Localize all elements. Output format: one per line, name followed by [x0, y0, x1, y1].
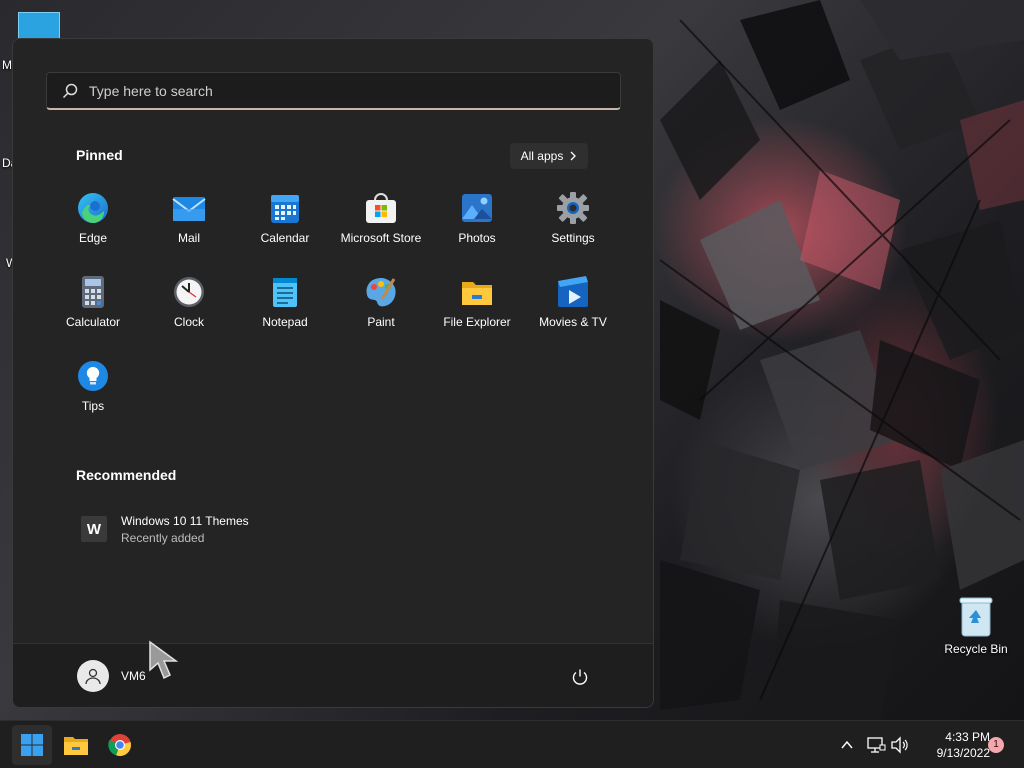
notification-badge[interactable]: 1	[988, 737, 1004, 753]
all-apps-label: All apps	[520, 149, 564, 163]
power-icon	[572, 669, 588, 685]
pinned-app-settings[interactable]: Settings	[525, 185, 621, 269]
app-label: Paint	[367, 315, 395, 329]
mail-icon	[172, 197, 206, 221]
store-icon	[366, 193, 396, 223]
network-icon[interactable]	[866, 735, 886, 755]
clock-icon	[174, 277, 204, 307]
search-box[interactable]	[46, 72, 621, 110]
app-label: Edge	[78, 231, 108, 245]
pinned-apps-grid: Edge Mail Calendar Microsoft Store Photo…	[45, 185, 621, 437]
gear-icon	[557, 192, 589, 224]
app-label: File Explorer	[443, 315, 511, 329]
app-label: Microsoft Store	[340, 231, 422, 245]
recycle-bin-shortcut[interactable]: Recycle Bin	[940, 596, 1012, 656]
notepad-icon	[273, 278, 297, 307]
pinned-app-movies-tv[interactable]: Movies & TV	[525, 269, 621, 353]
user-icon	[85, 668, 101, 685]
pinned-app-calendar[interactable]: Calendar	[237, 185, 333, 269]
calendar-icon	[271, 195, 299, 223]
desktop-label-partial: M	[2, 58, 12, 72]
recycle-bin-label: Recycle Bin	[944, 642, 1008, 656]
pinned-heading: Pinned	[76, 147, 123, 163]
calculator-icon	[82, 276, 104, 308]
paint-icon	[366, 278, 396, 307]
mouse-cursor-icon	[149, 640, 179, 680]
pinned-app-mail[interactable]: Mail	[141, 185, 237, 269]
taskbar-file-explorer[interactable]	[56, 725, 96, 765]
app-label: Settings	[551, 231, 595, 245]
desktop-shortcut-icon[interactable]	[18, 12, 60, 40]
lightbulb-icon	[78, 361, 108, 391]
pinned-app-microsoft-store[interactable]: Microsoft Store	[333, 185, 429, 269]
search-icon	[62, 83, 78, 98]
pinned-app-clock[interactable]: Clock	[141, 269, 237, 353]
start-button[interactable]	[12, 725, 52, 765]
clock-date: 9/13/2022	[936, 746, 990, 760]
pinned-app-paint[interactable]: Paint	[333, 269, 429, 353]
app-label: Tips	[81, 399, 105, 413]
start-menu-footer: VM6	[13, 643, 653, 707]
avatar	[77, 660, 109, 692]
pinned-app-photos[interactable]: Photos	[429, 185, 525, 269]
taskbar: 4:33 PM 9/13/2022 1	[0, 720, 1024, 768]
clock-time: 4:33 PM	[945, 730, 990, 744]
app-label: Mail	[177, 231, 200, 245]
edge-icon	[78, 193, 108, 224]
recycle-bin-icon	[958, 596, 994, 638]
recommended-item-icon: W	[81, 516, 107, 542]
pinned-app-file-explorer[interactable]: File Explorer	[429, 269, 525, 353]
photos-icon	[462, 194, 492, 222]
app-label: Calendar	[260, 231, 310, 245]
user-account-button[interactable]: VM6	[69, 658, 154, 694]
volume-icon[interactable]	[890, 735, 910, 755]
search-input[interactable]	[89, 82, 569, 99]
recommended-item-subtitle: Recently added	[121, 530, 205, 545]
pinned-app-calculator[interactable]: Calculator	[45, 269, 141, 353]
recommended-item[interactable]: W Windows 10 11 Themes Recently added	[71, 507, 331, 551]
pinned-app-tips[interactable]: Tips	[45, 353, 141, 437]
folder-icon	[462, 282, 492, 305]
start-menu: Pinned All apps Edge Mail	[12, 38, 654, 708]
app-label: Movies & TV	[539, 315, 607, 329]
app-label: Calculator	[65, 315, 121, 329]
chrome-icon	[108, 734, 131, 757]
movies-icon	[558, 276, 588, 307]
app-label: Notepad	[262, 315, 308, 329]
app-label: Clock	[173, 315, 204, 329]
chevron-right-icon	[570, 151, 577, 161]
recommended-heading: Recommended	[76, 467, 177, 483]
all-apps-button[interactable]: All apps	[510, 143, 588, 169]
taskbar-chrome[interactable]	[100, 725, 140, 765]
pinned-app-edge[interactable]: Edge	[45, 185, 141, 269]
app-label: Photos	[458, 231, 496, 245]
chevron-up-icon[interactable]	[840, 739, 854, 751]
folder-icon	[64, 737, 88, 755]
user-name: VM6	[121, 669, 146, 683]
recommended-item-title: Windows 10 11 Themes	[121, 513, 249, 528]
windows-logo-icon	[21, 734, 43, 756]
pinned-app-notepad[interactable]: Notepad	[237, 269, 333, 353]
power-button[interactable]	[565, 662, 595, 692]
taskbar-clock[interactable]: 4:33 PM 9/13/2022	[910, 729, 990, 761]
